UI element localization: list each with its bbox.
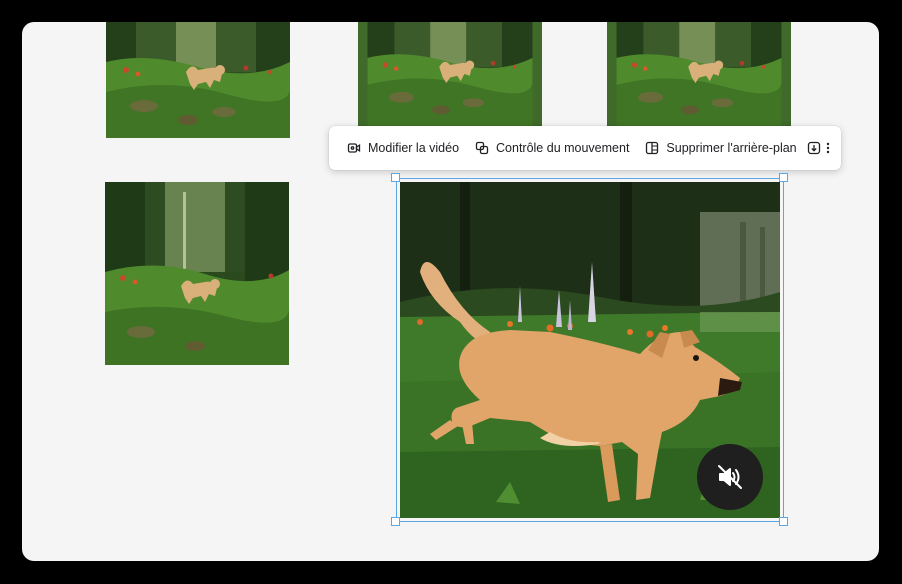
- resize-handle-top-left[interactable]: [391, 173, 400, 182]
- motion-control-label: Contrôle du mouvement: [496, 141, 630, 155]
- resize-handle-bottom-left[interactable]: [391, 517, 400, 526]
- download-button[interactable]: [807, 133, 821, 163]
- video-toolbar: Modifier la vidéo Contrôle du mouvement …: [329, 126, 841, 170]
- resize-handle-bottom-right[interactable]: [779, 517, 788, 526]
- download-icon: [807, 141, 820, 155]
- volume-off-icon: [718, 465, 742, 489]
- remove-background-icon: [645, 141, 659, 155]
- dog-in-forest-image: [607, 22, 791, 126]
- dog-in-forest-image: [358, 22, 542, 126]
- edit-video-icon: [347, 141, 361, 155]
- thumbnail-2[interactable]: [358, 22, 542, 126]
- editor-canvas: Modifier la vidéo Contrôle du mouvement …: [22, 22, 879, 561]
- more-options-button[interactable]: [821, 133, 835, 163]
- remove-background-label: Supprimer l'arrière-plan: [666, 141, 797, 155]
- thumbnail-3[interactable]: [607, 22, 791, 126]
- thumbnail-4[interactable]: [105, 182, 289, 365]
- more-vert-icon: [826, 142, 829, 154]
- mute-button[interactable]: [697, 444, 763, 510]
- remove-background-button[interactable]: Supprimer l'arrière-plan: [639, 133, 802, 163]
- edit-video-label: Modifier la vidéo: [368, 141, 460, 155]
- thumbnail-1[interactable]: [106, 22, 290, 138]
- dog-in-forest-image: [105, 182, 289, 365]
- motion-control-icon: [475, 141, 489, 155]
- resize-handle-top-right[interactable]: [779, 173, 788, 182]
- motion-control-button[interactable]: Contrôle du mouvement: [469, 133, 635, 163]
- dog-in-forest-image: [106, 22, 290, 138]
- edit-video-button[interactable]: Modifier la vidéo: [341, 133, 465, 163]
